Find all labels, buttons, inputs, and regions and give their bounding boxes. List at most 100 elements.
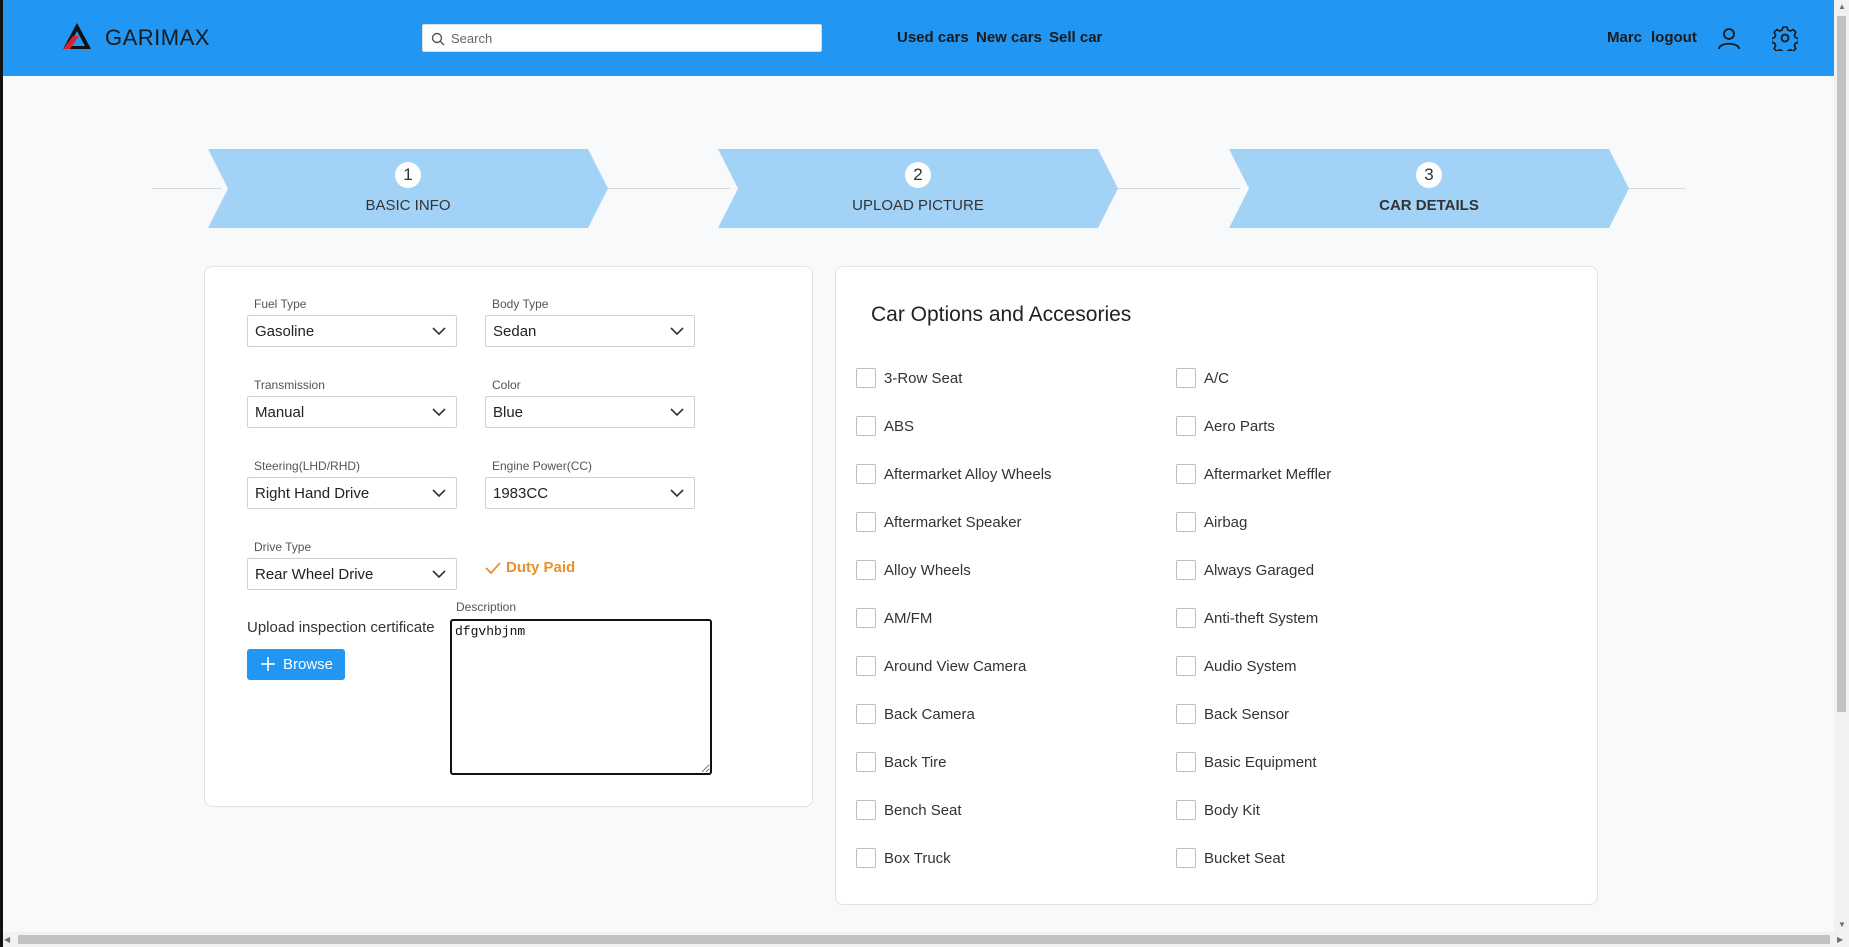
brand-name[interactable]: GARIMAX xyxy=(105,25,210,51)
steering-label: Steering(LHD/RHD) xyxy=(254,459,361,473)
user-icon[interactable] xyxy=(1716,25,1742,51)
browse-label: Browse xyxy=(283,656,334,673)
vertical-scrollbar[interactable]: ▲ ▼ xyxy=(1834,0,1849,932)
transmission-select[interactable]: Manual xyxy=(247,396,457,428)
body-type-label: Body Type xyxy=(492,297,549,311)
option-checkbox[interactable] xyxy=(1176,512,1196,532)
garimax-logo-icon xyxy=(63,23,91,49)
option-label: Bench Seat xyxy=(884,802,962,819)
body-type-select[interactable]: Sedan xyxy=(485,315,695,347)
option-checkbox[interactable] xyxy=(856,560,876,580)
stepper-line xyxy=(1115,188,1240,189)
option-checkbox[interactable] xyxy=(1176,464,1196,484)
option-label: Basic Equipment xyxy=(1204,754,1317,771)
option-label: ABS xyxy=(884,418,915,435)
option-checkbox[interactable] xyxy=(856,704,876,724)
step-arrow-shape xyxy=(1229,149,1629,228)
option-checkbox[interactable] xyxy=(856,800,876,820)
engine-power-select[interactable]: 1983CC xyxy=(485,477,695,509)
option-checkbox[interactable] xyxy=(1176,704,1196,724)
chevron-down-icon xyxy=(670,408,684,417)
nav-used-cars[interactable]: Used cars xyxy=(897,29,969,46)
option-label: Back Camera xyxy=(884,706,975,723)
option-label: Bucket Seat xyxy=(1204,850,1285,867)
engine-power-label: Engine Power(CC) xyxy=(492,459,593,473)
step-number: 1 xyxy=(395,162,421,188)
scroll-up-arrow-icon[interactable]: ▲ xyxy=(1838,2,1846,11)
chevron-down-icon xyxy=(432,408,446,417)
step-label: BASIC INFO xyxy=(365,197,451,214)
option-checkbox[interactable] xyxy=(856,752,876,772)
option-checkbox[interactable] xyxy=(856,848,876,868)
step-basic-info[interactable]: 1 BASIC INFO xyxy=(208,149,608,228)
fuel-type-select[interactable]: Gasoline xyxy=(247,315,457,347)
search-input[interactable] xyxy=(451,25,811,51)
option-label: Back Tire xyxy=(884,754,947,771)
option-label: Body Kit xyxy=(1204,802,1260,819)
option-checkbox[interactable] xyxy=(856,416,876,436)
option-label: AM/FM xyxy=(884,610,933,627)
option-checkbox[interactable] xyxy=(1176,560,1196,580)
chevron-down-icon xyxy=(670,327,684,336)
option-checkbox[interactable] xyxy=(856,608,876,628)
select-value: Gasoline xyxy=(255,323,315,340)
color-select[interactable]: Blue xyxy=(485,396,695,428)
option-checkbox[interactable] xyxy=(1176,368,1196,388)
drive-type-select[interactable]: Rear Wheel Drive xyxy=(247,558,457,590)
option-checkbox[interactable] xyxy=(1176,416,1196,436)
step-arrow-shape xyxy=(718,149,1118,228)
description-label: Description xyxy=(456,600,517,614)
select-value: Right Hand Drive xyxy=(255,485,370,502)
option-label: Airbag xyxy=(1204,514,1248,531)
option-checkbox[interactable] xyxy=(1176,848,1196,868)
scroll-down-arrow-icon[interactable]: ▼ xyxy=(1838,920,1846,929)
horizontal-scrollbar[interactable]: ◀ ▶ xyxy=(0,932,1849,947)
option-label: Aftermarket Meffler xyxy=(1204,466,1332,483)
chevron-down-icon xyxy=(432,570,446,579)
option-label: Aftermarket Alloy Wheels xyxy=(884,466,1052,483)
step-number: 2 xyxy=(905,162,931,188)
option-checkbox[interactable] xyxy=(1176,608,1196,628)
step-car-details[interactable]: 3 CAR DETAILS xyxy=(1229,149,1629,228)
option-label: Always Garaged xyxy=(1204,562,1315,579)
select-value: Rear Wheel Drive xyxy=(255,566,374,583)
option-label: Anti-theft System xyxy=(1204,610,1319,627)
option-checkbox[interactable] xyxy=(856,368,876,388)
option-checkbox[interactable] xyxy=(856,512,876,532)
browse-button[interactable]: Browse xyxy=(247,649,345,680)
nav-sell-car[interactable]: Sell car xyxy=(1049,29,1102,46)
nav-new-cars[interactable]: New cars xyxy=(976,29,1042,46)
steering-select[interactable]: Right Hand Drive xyxy=(247,477,457,509)
option-label: Audio System xyxy=(1204,658,1297,675)
option-checkbox[interactable] xyxy=(856,464,876,484)
user-name[interactable]: Marc xyxy=(1607,29,1642,46)
option-label: Aero Parts xyxy=(1204,418,1275,435)
option-checkbox[interactable] xyxy=(1176,800,1196,820)
option-label: A/C xyxy=(1204,370,1230,387)
horizontal-scroll-thumb[interactable] xyxy=(18,935,1830,944)
plus-icon xyxy=(261,657,275,671)
option-checkbox[interactable] xyxy=(1176,656,1196,676)
chevron-down-icon xyxy=(432,489,446,498)
option-label: Aftermarket Speaker xyxy=(884,514,1022,531)
option-label: Around View Camera xyxy=(884,658,1027,675)
step-upload-picture[interactable]: 2 UPLOAD PICTURE xyxy=(718,149,1118,228)
scroll-right-arrow-icon[interactable]: ▶ xyxy=(1837,935,1843,944)
option-checkbox[interactable] xyxy=(1176,752,1196,772)
vertical-scroll-thumb[interactable] xyxy=(1837,16,1846,712)
option-checkbox[interactable] xyxy=(856,656,876,676)
fuel-type-label: Fuel Type xyxy=(254,297,307,311)
search-box[interactable] xyxy=(422,24,822,52)
option-label: Alloy Wheels xyxy=(884,562,971,579)
option-label: Back Sensor xyxy=(1204,706,1290,723)
upload-certificate-label: Upload inspection certificate xyxy=(247,619,435,636)
search-icon xyxy=(431,32,445,46)
chevron-down-icon xyxy=(432,327,446,336)
scroll-left-arrow-icon[interactable]: ◀ xyxy=(4,935,10,944)
option-label: Box Truck xyxy=(884,850,951,867)
stepper-line xyxy=(605,188,730,189)
description-textarea[interactable] xyxy=(450,619,712,775)
select-value: Blue xyxy=(493,404,524,421)
gear-icon[interactable] xyxy=(1772,25,1798,51)
logout-link[interactable]: logout xyxy=(1651,29,1697,46)
